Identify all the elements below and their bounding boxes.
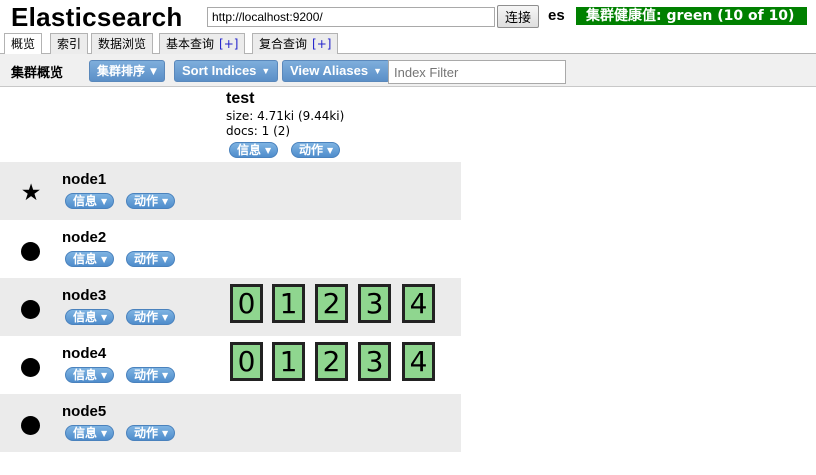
caret-down-icon: ▼ [162, 255, 169, 264]
tab-basic-query-add[interactable]: [+] [219, 37, 238, 51]
caret-down-icon: ▼ [101, 429, 108, 438]
dot-icon [21, 416, 40, 435]
star-icon: ★ [20, 179, 42, 205]
node-info-label: 信息 [73, 252, 98, 266]
tab-compound-query-label: 复合查询 [259, 37, 308, 51]
caret-down-icon: ▼ [150, 67, 157, 77]
node-action-button[interactable]: 动作 ▼ [126, 367, 176, 383]
shard-box[interactable]: 2 [315, 284, 348, 323]
node-name: node2 [62, 229, 107, 246]
node-row: node4 信息 ▼ 动作 ▼ 0 1 2 3 4 [0, 336, 461, 394]
node-name: node3 [62, 287, 107, 304]
view-aliases-button[interactable]: View Aliases ▼ [282, 60, 390, 82]
connect-button[interactable]: 连接 [497, 5, 539, 28]
caret-down-icon: ▼ [101, 313, 108, 322]
node-action-label: 动作 [134, 194, 159, 208]
dot-icon [21, 300, 40, 319]
node-row: ★ node1 信息 ▼ 动作 ▼ [0, 162, 461, 220]
dot-icon [21, 358, 40, 377]
tab-browser[interactable]: 数据浏览 [91, 33, 154, 54]
node-info-button[interactable]: 信息 ▼ [65, 193, 115, 209]
shard-box[interactable]: 0 [230, 284, 263, 323]
node-info-button[interactable]: 信息 ▼ [65, 367, 115, 383]
index-action-button[interactable]: 动作 ▼ [291, 142, 341, 158]
caret-down-icon: ▼ [162, 371, 169, 380]
cluster-health-badge: 集群健康值: green (10 of 10) [576, 7, 807, 25]
shard-box[interactable]: 4 [402, 284, 435, 323]
caret-down-icon: ▼ [162, 313, 169, 322]
index-filter-input[interactable] [388, 60, 566, 84]
index-info-label: 信息 [237, 143, 262, 157]
sort-indices-label: Sort Indices [182, 63, 257, 78]
node-action-label: 动作 [134, 426, 159, 440]
node-action-button[interactable]: 动作 ▼ [126, 425, 176, 441]
tab-basic-query[interactable]: 基本查询 [+] [159, 33, 246, 54]
caret-down-icon: ▼ [101, 197, 108, 206]
shard-box[interactable]: 0 [230, 342, 263, 381]
node-action-button[interactable]: 动作 ▼ [126, 309, 176, 325]
node-info-button[interactable]: 信息 ▼ [65, 309, 115, 325]
caret-down-icon: ▼ [162, 429, 169, 438]
node-info-label: 信息 [73, 310, 98, 324]
tab-indices[interactable]: 索引 [50, 33, 89, 54]
node-name: node1 [62, 171, 107, 188]
index-info-button[interactable]: 信息 ▼ [229, 142, 279, 158]
index-header: test size: 4.71ki (9.44ki) docs: 1 (2) [226, 89, 344, 139]
tab-bar: 概览 索引 数据浏览 基本查询 [+] 复合查询 [+] [0, 33, 816, 55]
tab-overview-label: 概览 [11, 37, 36, 51]
shard-box[interactable]: 3 [358, 284, 391, 323]
sort-indices-button[interactable]: Sort Indices ▼ [174, 60, 279, 82]
dot-icon [21, 242, 40, 261]
node-info-button[interactable]: 信息 ▼ [65, 251, 115, 267]
node-info-button[interactable]: 信息 ▼ [65, 425, 115, 441]
shard-box[interactable]: 2 [315, 342, 348, 381]
sort-cluster-label: 集群排序 [97, 64, 146, 78]
cluster-url-input[interactable] [207, 7, 495, 27]
caret-down-icon: ▼ [261, 66, 271, 76]
header-bar: Elasticsearch 连接 es 集群健康值: green (10 of … [0, 0, 816, 33]
caret-down-icon: ▼ [101, 255, 108, 264]
node-info-label: 信息 [73, 368, 98, 382]
node-row: node3 信息 ▼ 动作 ▼ 0 1 2 3 4 [0, 278, 461, 336]
index-docs: docs: 1 (2) [226, 124, 291, 138]
node-name: node5 [62, 403, 107, 420]
shard-box[interactable]: 1 [272, 342, 305, 381]
tab-basic-query-label: 基本查询 [166, 37, 215, 51]
sort-cluster-button[interactable]: 集群排序 ▼ [89, 60, 165, 82]
view-aliases-label: View Aliases [290, 63, 369, 78]
node-row: node5 信息 ▼ 动作 ▼ [0, 394, 461, 452]
node-row: node2 信息 ▼ 动作 ▼ [0, 220, 461, 278]
toolbar-title: 集群概览 [11, 66, 64, 81]
caret-down-icon: ▼ [265, 146, 272, 155]
node-action-label: 动作 [134, 368, 159, 382]
app-title: Elasticsearch [11, 2, 183, 32]
shard-box[interactable]: 1 [272, 284, 305, 323]
node-info-label: 信息 [73, 426, 98, 440]
node-action-button[interactable]: 动作 ▼ [126, 193, 176, 209]
caret-down-icon: ▼ [373, 66, 382, 76]
node-name: node4 [62, 345, 107, 362]
tab-compound-query-add[interactable]: [+] [312, 37, 331, 51]
caret-down-icon: ▼ [101, 371, 108, 380]
cluster-name: es [548, 7, 565, 24]
index-size: size: 4.71ki (9.44ki) [226, 109, 345, 123]
shard-box[interactable]: 4 [402, 342, 435, 381]
tab-browser-label: 数据浏览 [98, 37, 147, 51]
node-action-label: 动作 [134, 252, 159, 266]
node-info-label: 信息 [73, 194, 98, 208]
node-action-button[interactable]: 动作 ▼ [126, 251, 176, 267]
caret-down-icon: ▼ [162, 197, 169, 206]
tab-overview[interactable]: 概览 [4, 33, 43, 55]
tab-indices-label: 索引 [57, 37, 82, 51]
caret-down-icon: ▼ [327, 146, 334, 155]
index-name: test [226, 90, 255, 107]
shard-box[interactable]: 3 [358, 342, 391, 381]
index-action-label: 动作 [299, 143, 324, 157]
node-action-label: 动作 [134, 310, 159, 324]
tab-compound-query[interactable]: 复合查询 [+] [252, 33, 339, 54]
